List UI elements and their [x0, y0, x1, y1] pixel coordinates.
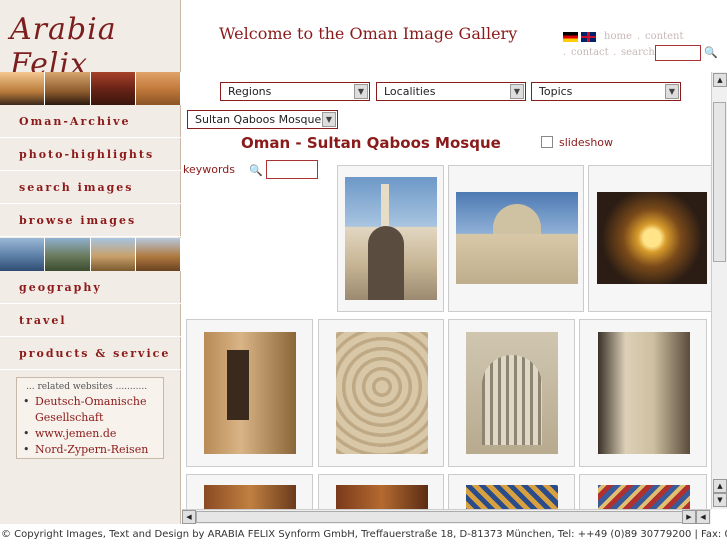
horizontal-scrollbar[interactable]: ◀ ▶ ◀	[182, 509, 711, 524]
regions-select-value: Regions	[228, 85, 272, 98]
flag-de-icon[interactable]	[563, 32, 578, 42]
gallery-heading: Oman - Sultan Qaboos Mosque	[241, 134, 501, 152]
horizontal-scroll-thumb[interactable]	[196, 511, 696, 523]
localities-select-value: Localities	[384, 85, 436, 98]
language-flags	[563, 32, 596, 42]
separator: .	[637, 31, 641, 42]
nav-photo-highlights[interactable]: photo-highlights	[0, 138, 181, 171]
keywords-input[interactable]	[266, 160, 318, 179]
scroll-left-icon[interactable]: ◀	[696, 510, 710, 524]
separator: .	[613, 47, 617, 58]
keywords-label: keywords	[183, 163, 236, 176]
gallery-thumbnail[interactable]	[448, 474, 575, 515]
related-link-deutsch-omanische[interactable]: Deutsch-Omanische Gesellschaft	[23, 394, 157, 426]
photo-strip-top	[0, 72, 181, 105]
gallery-thumbnail[interactable]	[337, 165, 444, 312]
search-icon[interactable]: 🔍	[249, 164, 263, 177]
content-link[interactable]: content	[645, 31, 683, 42]
gallery-thumbnail[interactable]	[318, 474, 444, 515]
nav-oman-archive[interactable]: Oman-Archive	[0, 105, 181, 138]
topics-select-value: Topics	[539, 85, 573, 98]
related-websites-box: ... related websites ........... Deutsch…	[16, 377, 164, 459]
mosque-select-value: Sultan Qaboos Mosque	[195, 113, 322, 126]
contact-link[interactable]: contact	[571, 47, 609, 58]
related-link-jemen[interactable]: www.jemen.de	[23, 426, 157, 442]
gallery-thumbnail[interactable]	[186, 474, 313, 515]
localities-select[interactable]: Localities ▼	[376, 82, 526, 101]
nav-search-images[interactable]: search images	[0, 171, 181, 204]
nav-travel[interactable]: travel	[0, 304, 181, 337]
nav-geography[interactable]: geography	[0, 271, 181, 304]
related-websites-title: ... related websites ...........	[26, 382, 148, 392]
gallery-thumbnail[interactable]	[448, 319, 575, 467]
topics-select[interactable]: Topics ▼	[531, 82, 681, 101]
footer-copyright: © Copyright Images, Text and Design by A…	[1, 529, 727, 540]
scroll-right-icon[interactable]: ▶	[682, 510, 696, 524]
nav-browse-images[interactable]: browse images	[0, 204, 181, 237]
related-link-nord-zypern[interactable]: Nord-Zypern-Reisen	[23, 442, 157, 458]
scroll-up-icon[interactable]: ▲	[713, 73, 727, 87]
home-link[interactable]: home	[604, 31, 632, 42]
search-link[interactable]: search	[621, 47, 655, 58]
dropdown-arrow-icon: ▼	[322, 112, 336, 127]
slideshow-label[interactable]: slideshow	[559, 136, 613, 149]
search-icon[interactable]: 🔍	[704, 46, 718, 59]
slideshow-checkbox[interactable]	[541, 136, 553, 148]
gallery-thumbnail[interactable]	[579, 319, 707, 467]
scroll-up-icon[interactable]: ▲	[713, 479, 727, 493]
dropdown-arrow-icon: ▼	[665, 84, 679, 99]
gallery-thumbnail[interactable]	[588, 165, 712, 312]
photo-strip-middle	[0, 238, 181, 271]
mosque-select[interactable]: Sultan Qaboos Mosque ▼	[187, 110, 338, 129]
page-title: Welcome to the Oman Image Gallery	[219, 24, 518, 43]
nav-products-service[interactable]: products & service	[0, 337, 181, 370]
vertical-scroll-thumb[interactable]	[713, 102, 726, 262]
scroll-down-icon[interactable]: ▼	[713, 493, 727, 507]
regions-select[interactable]: Regions ▼	[220, 82, 370, 101]
flag-uk-icon[interactable]	[581, 32, 596, 42]
gallery-thumbnail[interactable]	[448, 165, 584, 312]
gallery-thumbnail[interactable]	[579, 474, 707, 515]
gallery-thumbnail[interactable]	[318, 319, 444, 467]
separator: .	[563, 47, 567, 58]
top-search-input[interactable]	[655, 45, 701, 61]
gallery-thumbnail[interactable]	[186, 319, 313, 467]
sidebar: Arabia Felix Oman-Archive photo-highligh…	[0, 0, 181, 524]
dropdown-arrow-icon: ▼	[354, 84, 368, 99]
scroll-left-icon[interactable]: ◀	[182, 510, 196, 524]
dropdown-arrow-icon: ▼	[510, 84, 524, 99]
vertical-scrollbar[interactable]: ▲ ▲ ▼	[711, 72, 727, 509]
